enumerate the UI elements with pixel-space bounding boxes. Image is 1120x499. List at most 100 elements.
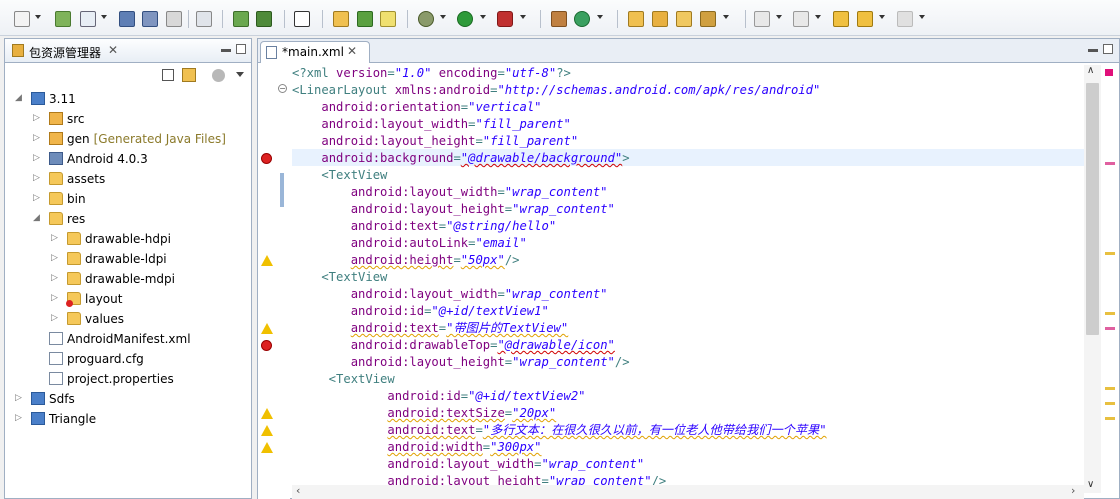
code-line[interactable]: <TextView bbox=[292, 167, 387, 184]
tree-item[interactable]: ▷ drawable-hdpi bbox=[5, 229, 251, 249]
print-icon[interactable] bbox=[166, 11, 182, 27]
new-junit-icon[interactable] bbox=[357, 11, 373, 27]
debug-dropdown-icon[interactable] bbox=[440, 15, 446, 19]
scroll-down-icon[interactable]: ∨ bbox=[1087, 479, 1094, 490]
previous-annotation-icon[interactable] bbox=[793, 11, 809, 27]
forward-icon[interactable] bbox=[897, 11, 913, 27]
editor-tab-main-xml[interactable]: *main.xml ✕ bbox=[260, 41, 370, 63]
code-line[interactable]: <?xml version="1.0" encoding="utf-8"?> bbox=[292, 65, 571, 82]
code-line[interactable]: android:height="50px"/> bbox=[292, 252, 520, 269]
expanded-arrow-icon[interactable]: ◢ bbox=[33, 213, 40, 223]
overview-ruler[interactable] bbox=[1101, 65, 1119, 493]
code-line[interactable]: android:text="多行文本：在很久很久以前，有一位老人他带给我们一个苹… bbox=[292, 422, 826, 439]
run-external-dropdown-icon[interactable] bbox=[520, 15, 526, 19]
code-line[interactable]: android:layout_width="wrap_content" bbox=[292, 184, 608, 201]
tree-item[interactable]: ◢ 3.11 bbox=[5, 89, 251, 109]
tree-item[interactable]: ▷ layout bbox=[5, 289, 251, 309]
error-summary-icon[interactable] bbox=[1105, 69, 1113, 76]
save-all-icon[interactable] bbox=[142, 11, 158, 27]
code-line[interactable]: android:layout_height="wrap_content" bbox=[292, 201, 615, 218]
warning-marker-icon[interactable] bbox=[261, 425, 273, 436]
overview-warning-mark[interactable] bbox=[1105, 252, 1115, 255]
next-annotation-dropdown-icon[interactable] bbox=[776, 15, 782, 19]
new-file-icon[interactable] bbox=[380, 11, 396, 27]
lint-check-icon[interactable] bbox=[294, 11, 310, 27]
open-perspective-icon[interactable] bbox=[196, 11, 212, 27]
tree-item[interactable]: ▷ drawable-mdpi bbox=[5, 269, 251, 289]
new-dropdown-icon[interactable] bbox=[35, 15, 41, 19]
scroll-up-icon[interactable]: ∧ bbox=[1087, 65, 1094, 76]
debug-icon[interactable] bbox=[418, 11, 434, 27]
overview-warning-mark[interactable] bbox=[1105, 417, 1115, 420]
open-task-icon[interactable] bbox=[676, 11, 692, 27]
open-type-icon[interactable] bbox=[628, 11, 644, 27]
error-marker-icon[interactable] bbox=[261, 340, 272, 351]
code-line[interactable]: android:layout_height="fill_parent" bbox=[292, 133, 578, 150]
horizontal-scrollbar[interactable]: ‹ › bbox=[292, 484, 1084, 499]
code-line[interactable]: android:autoLink="email" bbox=[292, 235, 527, 252]
fold-collapse-icon[interactable]: − bbox=[278, 84, 287, 93]
overview-error-mark[interactable] bbox=[1105, 327, 1115, 330]
code-line[interactable]: android:orientation="vertical" bbox=[292, 99, 541, 116]
save-icon[interactable] bbox=[119, 11, 135, 27]
code-line[interactable]: android:id="@+id/textView2" bbox=[292, 388, 585, 405]
collapsed-arrow-icon[interactable]: ▷ bbox=[33, 193, 40, 203]
collapsed-arrow-icon[interactable]: ▷ bbox=[33, 113, 40, 123]
search-dropdown-icon[interactable] bbox=[723, 15, 729, 19]
code-line[interactable]: android:text="@string/hello" bbox=[292, 218, 556, 235]
tree-item[interactable]: ◢ res bbox=[5, 209, 251, 229]
tree-item[interactable]: ▷ assets bbox=[5, 169, 251, 189]
warning-marker-icon[interactable] bbox=[261, 255, 273, 266]
tree-item[interactable]: proguard.cfg bbox=[5, 349, 251, 369]
collapsed-arrow-icon[interactable]: ▷ bbox=[33, 153, 40, 163]
code-line[interactable]: android:layout_height="wrap_content"/> bbox=[292, 354, 630, 371]
error-marker-icon[interactable] bbox=[261, 153, 272, 164]
maximize-icon[interactable] bbox=[236, 44, 246, 54]
new-test-dropdown-icon[interactable] bbox=[101, 15, 107, 19]
tree-item[interactable]: ▷ src bbox=[5, 109, 251, 129]
overview-error-mark[interactable] bbox=[1105, 162, 1115, 165]
back-dropdown-icon[interactable] bbox=[879, 15, 885, 19]
annotation-ruler[interactable] bbox=[258, 63, 276, 499]
code-line[interactable]: android:layout_width="fill_parent" bbox=[292, 116, 570, 133]
tree-item[interactable]: project.properties bbox=[5, 369, 251, 389]
new-class-dropdown-icon[interactable] bbox=[597, 15, 603, 19]
code-line[interactable]: <LinearLayout xmlns:android="http://sche… bbox=[292, 82, 820, 99]
android-sdk-manager-icon[interactable] bbox=[233, 11, 249, 27]
close-icon[interactable]: ✕ bbox=[108, 43, 118, 57]
minimize-icon[interactable] bbox=[221, 49, 231, 52]
tree-item[interactable]: ▷ Android 4.0.3 bbox=[5, 149, 251, 169]
new-test-project-icon[interactable] bbox=[80, 11, 96, 27]
new-package-icon[interactable] bbox=[333, 11, 349, 27]
code-line[interactable]: android:width="300px" bbox=[292, 439, 541, 456]
run-icon[interactable] bbox=[457, 11, 473, 27]
tree-item[interactable]: ▷ Triangle bbox=[5, 409, 251, 429]
minimize-icon[interactable] bbox=[1088, 49, 1098, 52]
collapsed-arrow-icon[interactable]: ▷ bbox=[51, 313, 58, 323]
tree-item[interactable]: ▷ gen [Generated Java Files] bbox=[5, 129, 251, 149]
new-class-icon[interactable] bbox=[551, 11, 567, 27]
code-line[interactable]: <TextView bbox=[292, 269, 387, 286]
forward-dropdown-icon[interactable] bbox=[919, 15, 925, 19]
link-with-editor-icon[interactable] bbox=[182, 68, 196, 82]
folding-ruler[interactable]: − bbox=[276, 63, 290, 499]
last-edit-location-icon[interactable] bbox=[833, 11, 849, 27]
maximize-icon[interactable] bbox=[1103, 44, 1113, 54]
overview-warning-mark[interactable] bbox=[1105, 312, 1115, 315]
view-menu-icon[interactable] bbox=[236, 72, 244, 77]
collapsed-arrow-icon[interactable]: ▷ bbox=[33, 173, 40, 183]
android-avd-manager-icon[interactable] bbox=[256, 11, 272, 27]
new-interface-icon[interactable] bbox=[574, 11, 590, 27]
xml-code-area[interactable]: <?xml version="1.0" encoding="utf-8"?> <L… bbox=[292, 65, 1084, 485]
code-line[interactable]: android:textSize="20px" bbox=[292, 405, 556, 422]
vertical-scrollbar-thumb[interactable] bbox=[1086, 83, 1099, 335]
collapse-all-icon[interactable] bbox=[162, 69, 174, 81]
collapsed-arrow-icon[interactable]: ▷ bbox=[15, 393, 22, 403]
collapsed-arrow-icon[interactable]: ▷ bbox=[51, 253, 58, 263]
tree-item[interactable]: ▷ drawable-ldpi bbox=[5, 249, 251, 269]
focus-icon[interactable] bbox=[212, 69, 225, 82]
tree-item[interactable]: ▷ bin bbox=[5, 189, 251, 209]
tree-item[interactable]: ▷ Sdfs bbox=[5, 389, 251, 409]
collapsed-arrow-icon[interactable]: ▷ bbox=[33, 133, 40, 143]
tree-item[interactable]: ▷ values bbox=[5, 309, 251, 329]
